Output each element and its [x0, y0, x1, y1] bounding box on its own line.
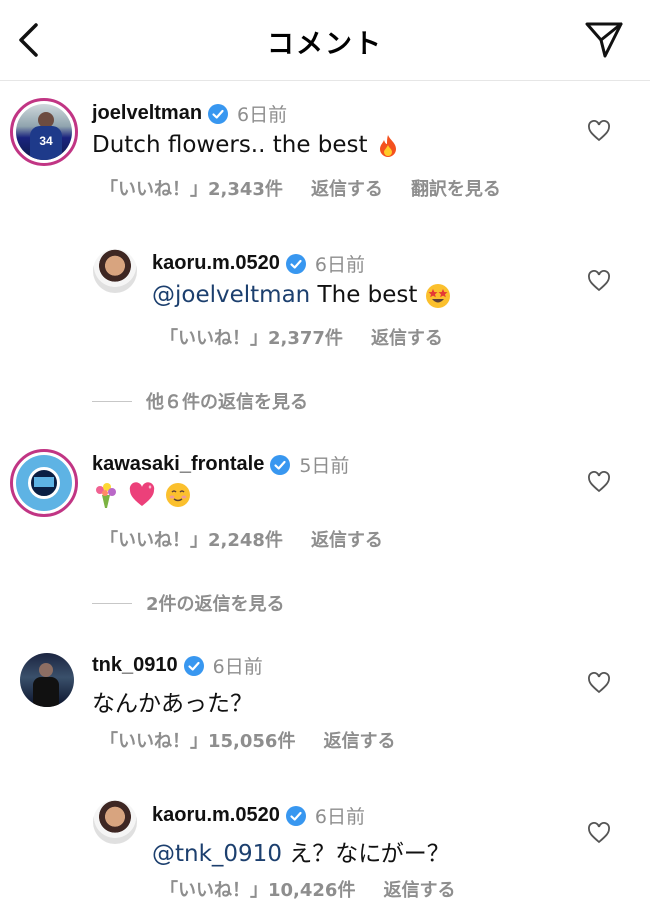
reply-button[interactable]: 返信する [311, 526, 383, 552]
header: コメント [0, 0, 650, 81]
likes-count[interactable]: 「いいね！」10,426件 [160, 876, 355, 902]
username[interactable]: kaoru.m.0520 [152, 252, 280, 275]
verified-badge-icon [208, 103, 229, 124]
likes-count[interactable]: 「いいね！」2,248件 [100, 526, 283, 552]
star-struck-emoji [425, 283, 450, 308]
avatar[interactable] [10, 449, 78, 517]
view-more-replies[interactable]: 2件の返信を見る [92, 590, 285, 616]
send-button[interactable] [584, 20, 624, 60]
avatar[interactable]: 34 [10, 98, 78, 166]
view-more-replies-label: 2件の返信を見る [146, 594, 285, 615]
timestamp: 6日前 [314, 806, 365, 828]
view-more-replies[interactable]: 他６件の返信を見る [92, 388, 308, 414]
likes-count[interactable]: 「いいね！」2,377件 [160, 324, 343, 350]
verified-badge-icon [270, 454, 291, 475]
verified-badge-icon [183, 655, 204, 676]
verified-badge-icon [285, 253, 306, 274]
comment-text: The best [310, 282, 418, 308]
reply-button[interactable]: 返信する [323, 727, 395, 753]
divider [92, 602, 132, 604]
comment-text: Dutch flowers.. the best [92, 132, 368, 158]
mention-link[interactable]: @joelveltman [152, 282, 310, 308]
divider [92, 400, 132, 402]
avatar[interactable] [20, 653, 74, 707]
heart-icon[interactable] [587, 672, 611, 694]
avatar[interactable] [93, 800, 137, 844]
mention-link[interactable]: @tnk_0910 [152, 841, 282, 867]
reply-button[interactable]: 返信する [371, 324, 443, 350]
bouquet-emoji [96, 483, 116, 508]
verified-badge-icon [285, 805, 306, 826]
comment-text: え？なにがー？ [281, 841, 450, 867]
timestamp: 6日前 [314, 254, 365, 276]
reply-button[interactable]: 返信する [311, 175, 383, 201]
heart-icon[interactable] [587, 120, 611, 142]
paper-plane-icon [585, 22, 623, 58]
page-title: コメント [267, 29, 383, 60]
fire-emoji [379, 134, 396, 157]
likes-count[interactable]: 「いいね！」15,056件 [100, 727, 295, 753]
reply-button[interactable]: 返信する [383, 876, 455, 902]
likes-count[interactable]: 「いいね！」2,343件 [100, 175, 283, 201]
heart-icon[interactable] [587, 270, 611, 292]
username[interactable]: kawasaki_frontale [92, 453, 264, 476]
username[interactable]: kaoru.m.0520 [152, 804, 280, 827]
smiling-emoji [166, 483, 190, 507]
timestamp: 5日前 [299, 455, 350, 477]
timestamp: 6日前 [212, 656, 263, 678]
heart-emoji [129, 482, 155, 506]
view-more-replies-label: 他６件の返信を見る [146, 392, 308, 413]
avatar[interactable] [93, 249, 137, 293]
heart-icon[interactable] [587, 822, 611, 844]
translate-button[interactable]: 翻訳を見る [411, 175, 501, 201]
comment-text: なんかあった？ [92, 691, 253, 717]
timestamp: 6日前 [237, 104, 288, 126]
heart-icon[interactable] [587, 471, 611, 493]
username[interactable]: tnk_0910 [92, 654, 178, 677]
username[interactable]: joelveltman [92, 102, 202, 125]
